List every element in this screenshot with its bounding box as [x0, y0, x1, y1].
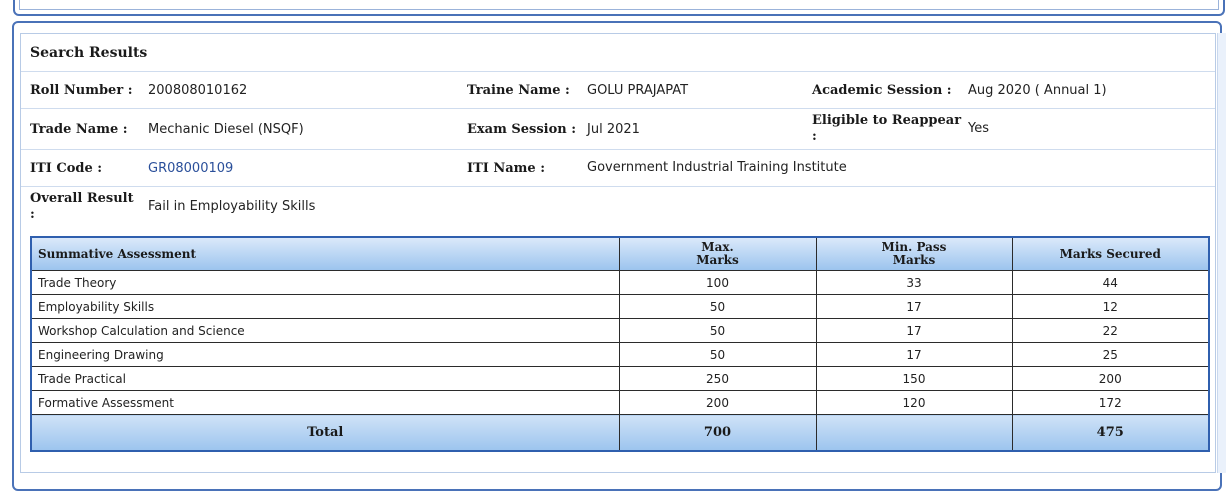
exam-session-value: Jul 2021 — [587, 122, 640, 137]
max-marks-cell: 250 — [618, 366, 817, 391]
overall-result-label: Overall Result — [30, 191, 134, 206]
trainee-name-label: Traine Name : — [467, 83, 570, 98]
total-min-pass — [815, 414, 1013, 452]
academic-session-value: Aug 2020 ( Annual 1) — [968, 83, 1107, 98]
total-label: Total — [30, 414, 620, 452]
table-row: Trade Practical 250 150 200 — [30, 366, 1210, 391]
subject-cell: Trade Practical — [30, 366, 620, 391]
total-row: Total 700 475 — [30, 414, 1210, 452]
subject-cell: Formative Assessment — [30, 390, 620, 415]
iti-name-value: Government Industrial Training Institute — [587, 160, 847, 175]
eligible-to-reappear-value: Yes — [968, 121, 989, 136]
overall-result-value: Fail in Employability Skills — [148, 199, 316, 214]
table-row: Engineering Drawing 50 17 25 — [30, 342, 1210, 367]
subject-cell: Workshop Calculation and Science — [30, 318, 620, 343]
iti-code-label: ITI Code : — [30, 161, 103, 176]
min-pass-cell: 150 — [815, 366, 1013, 391]
roll-number-label: Roll Number : — [30, 83, 133, 98]
exam-session-label: Exam Session : — [467, 122, 577, 137]
min-pass-cell: 33 — [815, 270, 1013, 295]
header-min-pass-marks: Min. Pass Marks — [815, 236, 1013, 271]
marks-secured-cell: 200 — [1011, 366, 1210, 391]
divider — [21, 71, 1215, 72]
marks-secured-cell: 172 — [1011, 390, 1210, 415]
iti-code-value: GR08000109 — [148, 161, 234, 176]
min-pass-cell: 120 — [815, 390, 1013, 415]
min-pass-cell: 17 — [815, 294, 1013, 319]
table-row: Formative Assessment 200 120 172 — [30, 390, 1210, 415]
subject-cell: Employability Skills — [30, 294, 620, 319]
marks-secured-cell: 44 — [1011, 270, 1210, 295]
roll-number-value: 200808010162 — [148, 83, 248, 98]
total-max-marks: 700 — [618, 414, 817, 452]
divider — [21, 149, 1215, 150]
min-pass-cell: 17 — [815, 318, 1013, 343]
marks-secured-cell: 12 — [1011, 294, 1210, 319]
marks-table: Summative Assessment Max. Marks Min. Pass… — [30, 236, 1210, 452]
academic-session-label: Academic Session : — [812, 83, 952, 98]
divider — [21, 108, 1215, 109]
trainee-name-value: GOLU PRAJAPAT — [587, 83, 689, 98]
divider — [21, 186, 1215, 187]
iti-name-label: ITI Name : — [467, 161, 546, 176]
max-marks-cell: 50 — [618, 318, 817, 343]
marks-table-header-row: Summative Assessment Max. Marks Min. Pass… — [30, 236, 1210, 271]
table-row: Trade Theory 100 33 44 — [30, 270, 1210, 295]
table-row: Workshop Calculation and Science 50 17 2… — [30, 318, 1210, 343]
max-marks-cell: 50 — [618, 294, 817, 319]
previous-panel-bottom-edge — [13, 0, 1225, 16]
subject-cell: Engineering Drawing — [30, 342, 620, 367]
trade-name-label: Trade Name : — [30, 122, 128, 137]
max-marks-cell: 100 — [618, 270, 817, 295]
search-results-title: Search Results — [30, 45, 148, 61]
trade-name-value: Mechanic Diesel (NSQF) — [148, 122, 304, 137]
max-marks-cell: 50 — [618, 342, 817, 367]
header-summative-assessment: Summative Assessment — [30, 236, 620, 271]
min-pass-cell: 17 — [815, 342, 1013, 367]
marks-secured-cell: 22 — [1011, 318, 1210, 343]
overall-result-colon: : — [30, 207, 35, 222]
table-row: Employability Skills 50 17 12 — [30, 294, 1210, 319]
panel-scroll-strip — [1217, 33, 1226, 473]
eligible-to-reappear-colon: : — [812, 129, 817, 144]
subject-cell: Trade Theory — [30, 270, 620, 295]
total-marks-secured: 475 — [1011, 414, 1210, 452]
max-marks-cell: 200 — [618, 390, 817, 415]
header-max-marks: Max. Marks — [618, 236, 817, 271]
eligible-to-reappear-label: Eligible to Reappear — [812, 113, 962, 128]
header-marks-secured: Marks Secured — [1011, 236, 1210, 271]
marks-secured-cell: 25 — [1011, 342, 1210, 367]
